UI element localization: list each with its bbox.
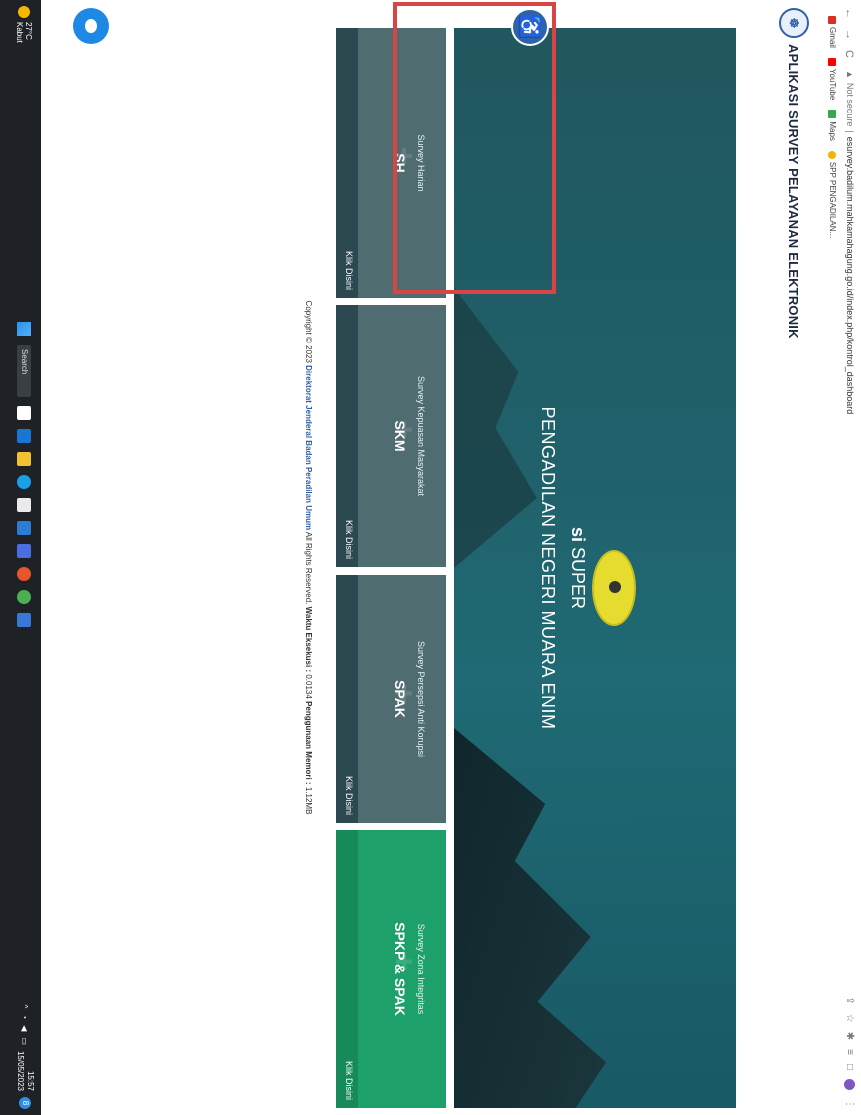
toolbar-icons: ⇪ ☆ ✱ ≡ □ ⋮ bbox=[844, 996, 855, 1109]
app-title: APLIKASI SURVEY PELAYANAN ELEKTRONIK bbox=[786, 44, 802, 339]
volume-icon[interactable]: ◀ bbox=[21, 1025, 30, 1031]
divider: | bbox=[845, 130, 855, 133]
address-bar[interactable]: ▲ Not secure | esurvey.badilum.mahkamaha… bbox=[845, 70, 855, 414]
widgets-icon[interactable] bbox=[17, 429, 31, 443]
bookmark-maps[interactable]: Maps bbox=[828, 110, 837, 141]
bookmark-youtube[interactable]: YouTube bbox=[828, 57, 837, 101]
warning-icon: ▲ bbox=[845, 70, 855, 79]
profile-icon[interactable] bbox=[844, 1079, 855, 1090]
star-icon[interactable]: ☆ bbox=[844, 1014, 855, 1023]
share-icon[interactable]: ⇪ bbox=[844, 996, 855, 1004]
system-tray: ^ ◔ ◀ ▭ 15:57 15/05/2023 8 bbox=[15, 1005, 35, 1109]
windows-start-icon[interactable] bbox=[17, 322, 31, 336]
footer-copyright: Copyright © 2023 bbox=[304, 300, 313, 363]
taskbar-apps: Search bbox=[17, 322, 31, 627]
battery-icon[interactable]: ▭ bbox=[21, 1037, 30, 1045]
card-footer[interactable]: Klik Disini bbox=[336, 575, 358, 823]
bookmark-label: SPP PENGADILAN... bbox=[828, 161, 837, 239]
card-subtitle: Survey Zona Integritas bbox=[416, 923, 426, 1015]
bookmark-label: YouTube bbox=[828, 68, 837, 101]
footer-exec-value: 0.0134 bbox=[304, 674, 313, 699]
forward-icon[interactable]: → bbox=[843, 29, 855, 40]
weather-widget[interactable]: 27°C Kabut bbox=[15, 6, 33, 43]
task-view-icon[interactable] bbox=[17, 406, 31, 420]
maps-icon bbox=[828, 110, 837, 119]
footer-org-link[interactable]: Direktorat Jenderal Badan Peradilan Umum bbox=[304, 365, 313, 530]
clock[interactable]: 15:57 15/05/2023 bbox=[15, 1051, 35, 1091]
footer-rights: All Rights Reserved. bbox=[304, 531, 313, 605]
card-subtitle: Survey Persepsi Anti Korupsi bbox=[416, 640, 426, 758]
mail-icon[interactable] bbox=[17, 544, 31, 558]
chevron-up-icon[interactable]: ^ bbox=[21, 1005, 30, 1009]
card-code: SKM bbox=[392, 420, 408, 452]
app-header: ☸ APLIKASI SURVEY PELAYANAN ELEKTRONIK bbox=[779, 8, 809, 339]
window-icon[interactable]: □ bbox=[844, 1064, 855, 1070]
bookmark-label: Maps bbox=[828, 121, 837, 141]
chat-icon bbox=[85, 19, 97, 33]
court-emblem-icon bbox=[592, 550, 636, 626]
url-text[interactable]: esurvey.badilum.mahkamahagung.go.id/inde… bbox=[845, 137, 855, 415]
reading-list-icon[interactable]: ≡ bbox=[844, 1049, 855, 1055]
accessibility-icon[interactable]: ♿ bbox=[511, 8, 549, 46]
bookmarks-bar: Gmail YouTube Maps SPP PENGADILAN... bbox=[828, 16, 837, 238]
notification-badge[interactable]: 8 bbox=[19, 1097, 31, 1109]
card-footer[interactable]: Klik Disini bbox=[336, 305, 358, 567]
card-action[interactable]: Klik Disini bbox=[344, 776, 354, 815]
bookmark-gmail[interactable]: Gmail bbox=[828, 16, 837, 48]
app-icon[interactable] bbox=[17, 613, 31, 627]
card-skm[interactable]: ✚ Survey Kepuasan Masyarakat SKM Klik Di… bbox=[336, 305, 446, 567]
firefox-icon[interactable] bbox=[17, 567, 31, 581]
store-icon[interactable] bbox=[17, 498, 31, 512]
gmail-icon bbox=[828, 16, 837, 24]
weather-temp: 27°C bbox=[24, 22, 33, 40]
reload-icon[interactable]: C bbox=[843, 50, 855, 58]
weather-icon bbox=[18, 6, 30, 18]
browser-page: ← → C ▲ Not secure | esurvey.badilum.mah… bbox=[41, 0, 861, 1115]
taskbar-search[interactable]: Search bbox=[17, 345, 31, 397]
browser-chrome: ← → C ▲ Not secure | esurvey.badilum.mah… bbox=[819, 0, 861, 1115]
clock-date: 15/05/2023 bbox=[16, 1050, 25, 1091]
file-explorer-icon[interactable] bbox=[17, 452, 31, 466]
chat-bubble-button[interactable] bbox=[73, 8, 109, 44]
card-code: SPKP & SPAK bbox=[392, 922, 408, 1016]
card-footer[interactable]: Klik Disini bbox=[336, 28, 358, 298]
youtube-icon bbox=[828, 57, 837, 66]
mountain-shape bbox=[454, 288, 546, 568]
card-spak[interactable]: ✚ Survey Persepsi Anti Korupsi SPAK Klik… bbox=[336, 575, 446, 823]
menu-icon[interactable]: ⋮ bbox=[844, 1099, 855, 1109]
emblem-center bbox=[609, 581, 621, 593]
word-icon[interactable] bbox=[17, 521, 31, 535]
page-footer: Copyright © 2023 Direktorat Jenderal Bad… bbox=[304, 0, 313, 1115]
card-action[interactable]: Klik Disini bbox=[344, 251, 354, 290]
weather-desc: Kabut bbox=[15, 22, 24, 43]
nav-buttons: ← → C bbox=[843, 8, 855, 58]
back-icon[interactable]: ← bbox=[843, 8, 855, 19]
card-action[interactable]: Klik Disini bbox=[344, 520, 354, 559]
chrome-icon[interactable] bbox=[17, 590, 31, 604]
hero-title-bold: si bbox=[568, 526, 588, 542]
card-spkp-spak[interactable]: ✚ Survey Zona Integritas SPKP & SPAK Kli… bbox=[336, 830, 446, 1108]
card-footer[interactable]: Klik Disini bbox=[336, 830, 358, 1108]
card-code: SPAK bbox=[392, 680, 408, 718]
taskbar: 27°C Kabut Search ^ ◔ ◀ ▭ 15:57 15/05/20… bbox=[0, 0, 41, 1115]
bookmark-label: Gmail bbox=[828, 27, 837, 48]
hero-title: si SUPER bbox=[567, 28, 588, 1108]
app-logo-icon: ☸ bbox=[779, 8, 809, 38]
wifi-icon[interactable]: ◔ bbox=[21, 1014, 30, 1019]
edge-icon[interactable] bbox=[17, 475, 31, 489]
security-label: Not secure bbox=[845, 82, 855, 127]
footer-mem-label: Penggunaan Memori : bbox=[304, 701, 313, 785]
clock-time: 15:57 bbox=[26, 1070, 35, 1091]
extension-icon[interactable]: ✱ bbox=[844, 1032, 855, 1040]
hero-title-rest: SUPER bbox=[568, 547, 588, 610]
footer-mem-value: 1.12MB bbox=[304, 786, 313, 815]
card-action[interactable]: Klik Disini bbox=[344, 1061, 354, 1100]
card-subtitle: Survey Kepuasan Masyarakat bbox=[416, 375, 426, 497]
rotated-screen: ← → C ▲ Not secure | esurvey.badilum.mah… bbox=[0, 0, 861, 1115]
bookmark-spp[interactable]: SPP PENGADILAN... bbox=[828, 150, 837, 239]
globe-icon bbox=[828, 150, 837, 159]
footer-exec-label: Waktu Eksekusi : bbox=[304, 606, 313, 673]
